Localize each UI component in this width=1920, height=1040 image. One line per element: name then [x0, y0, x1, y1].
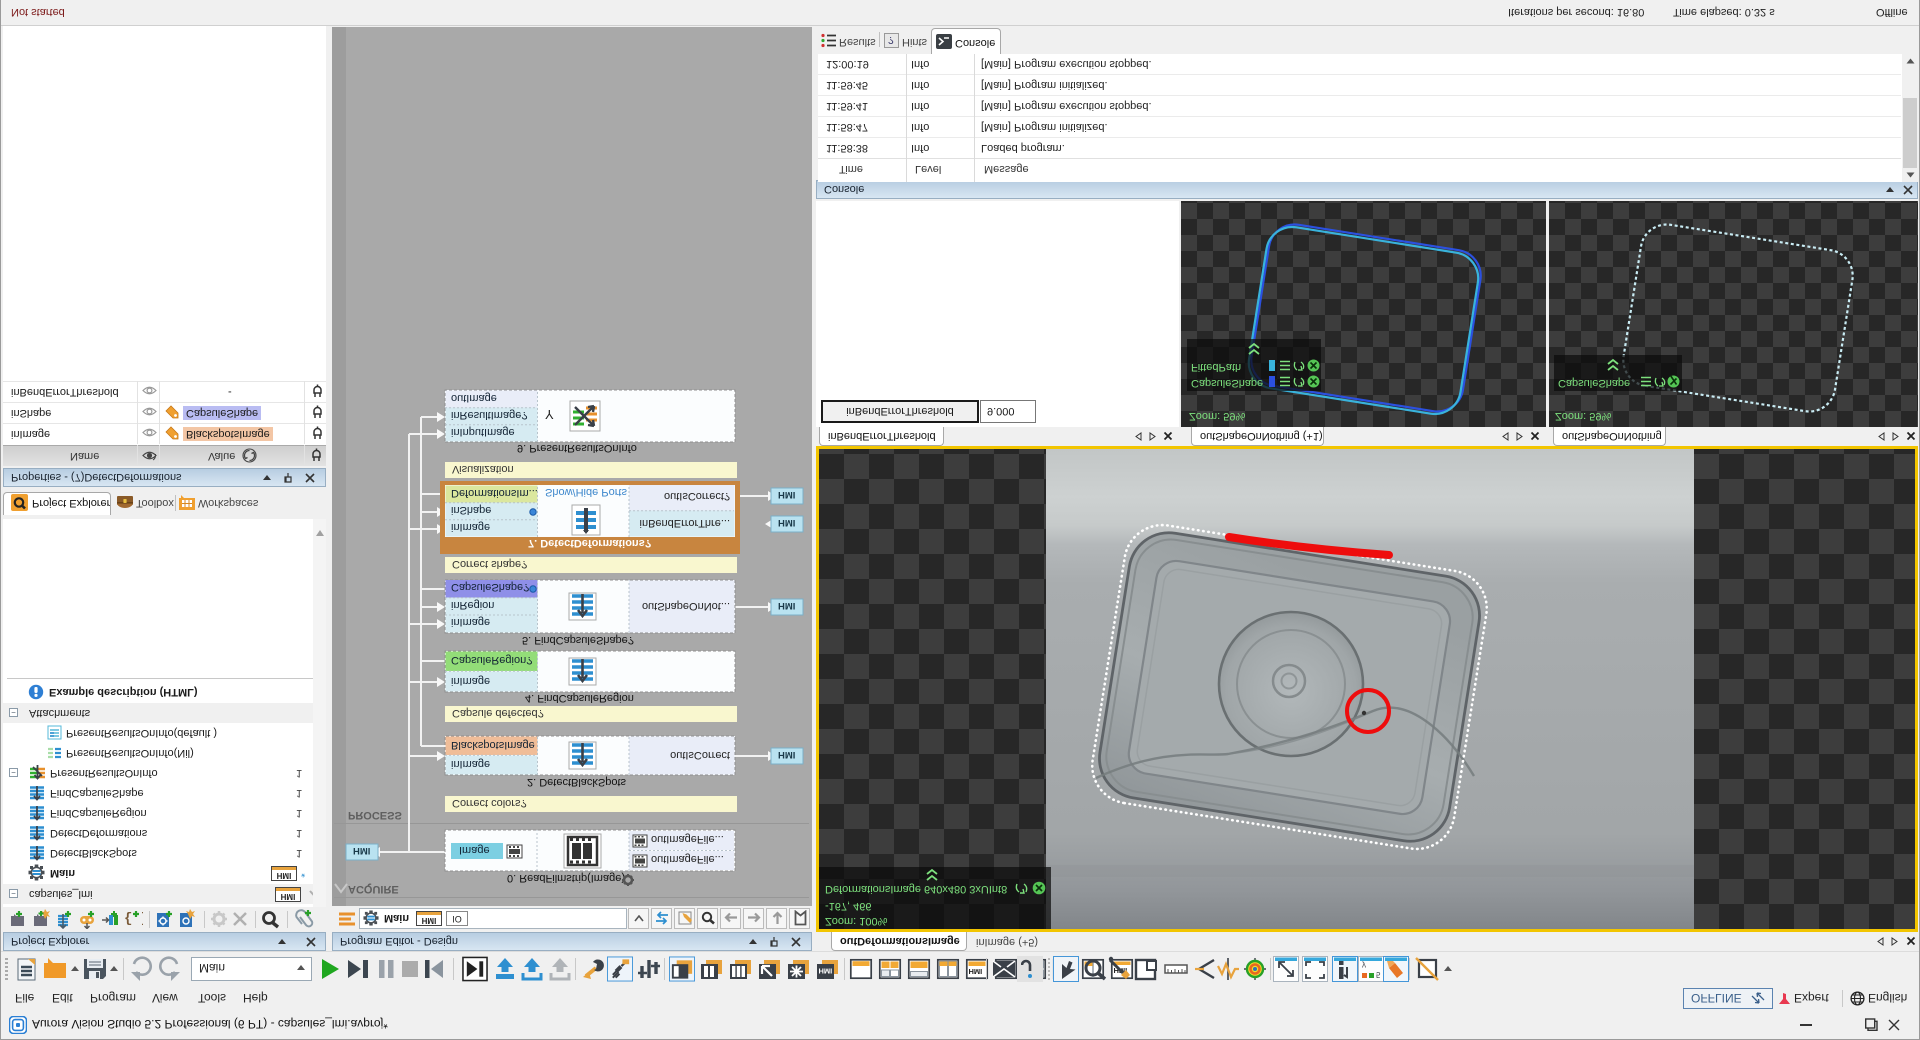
svg-text:inImage: inImage: [451, 758, 490, 770]
svg-text:inImage: inImage: [451, 616, 490, 628]
svg-text:BlackspotsImage: BlackspotsImage: [451, 739, 535, 751]
svg-text:Correct colors?: Correct colors?: [452, 797, 527, 809]
svg-text:Visualization: Visualization: [452, 463, 514, 475]
svg-text:HMI: HMI: [969, 967, 983, 976]
svg-text:inShape: inShape: [451, 504, 491, 516]
svg-text:outImageFile...: outImageFile...: [651, 853, 724, 865]
svg-text:HMI: HMI: [778, 489, 795, 500]
svg-text:Show/Hide Ports: Show/Hide Ports: [545, 486, 627, 498]
svg-text:inImage: inImage: [451, 675, 490, 687]
svg-text:{ }: { }: [124, 910, 143, 926]
svg-text:9. PresentResultsOnInfo: 9. PresentResultsOnInfo: [517, 442, 637, 454]
svg-text:HMI: HMI: [778, 749, 795, 760]
svg-text:5. FindCapsuleShape?: 5. FindCapsuleShape?: [522, 634, 634, 646]
svg-text:inResultImage?: inResultImage?: [451, 409, 527, 421]
svg-text:inRegion: inRegion: [451, 599, 494, 611]
svg-text:DeformationsIm...: DeformationsIm...: [451, 487, 538, 499]
svg-text:CapsuleShape?: CapsuleShape?: [451, 581, 529, 593]
svg-text:5: 5: [1376, 970, 1381, 979]
svg-text:Y: Y: [545, 407, 554, 422]
svg-text:?: ?: [888, 34, 894, 45]
svg-text:outIsCorrect: outIsCorrect: [670, 749, 730, 761]
svg-text:7. DetectDeformations?: 7. DetectDeformations?: [528, 537, 652, 549]
svg-text:PROCESS: PROCESS: [348, 809, 402, 821]
svg-text:CapsuleRegion?: CapsuleRegion?: [451, 654, 532, 666]
svg-text:outImageFile...: outImageFile...: [651, 833, 724, 845]
svg-text:outImage: outImage: [451, 392, 497, 404]
svg-text:ACQUIRE: ACQUIRE: [348, 883, 399, 895]
svg-text:inInputImage: inInputImage: [451, 426, 515, 438]
svg-text:HMI: HMI: [778, 600, 795, 611]
svg-text:inBendErrorThre...: inBendErrorThre...: [640, 517, 730, 529]
svg-text:4. FindCapsuleRegion: 4. FindCapsuleRegion: [525, 692, 634, 704]
svg-text:y: y: [1362, 961, 1366, 970]
svg-text:inImage: inImage: [451, 521, 490, 533]
svg-text:Capsule defected?: Capsule defected?: [452, 707, 544, 719]
svg-text:Correct shape?: Correct shape?: [452, 558, 527, 570]
svg-text:outShapeOnNot...: outShapeOnNot...: [642, 600, 730, 612]
svg-text:outIsCorrect?: outIsCorrect?: [664, 490, 730, 502]
svg-text:Image: Image: [459, 844, 490, 856]
svg-text:HMI: HMI: [353, 845, 370, 856]
svg-text:HMI: HMI: [819, 967, 833, 976]
svg-text:2. DetectBlackSpots: 2. DetectBlackSpots: [527, 776, 627, 788]
svg-text:0. ReadFilmstrip(Image): 0. ReadFilmstrip(Image): [507, 872, 625, 884]
svg-text:HMI: HMI: [778, 517, 795, 528]
